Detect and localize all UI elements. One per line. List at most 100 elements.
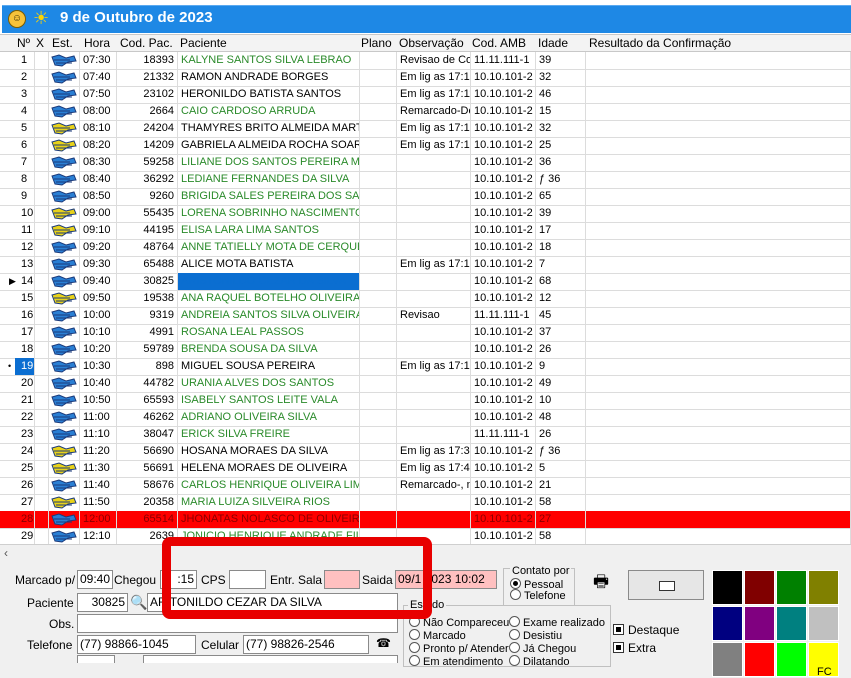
cell-res[interactable]	[586, 528, 851, 545]
cell-amb[interactable]: 10.10.101-2	[471, 273, 536, 290]
status-blue-icon[interactable]	[50, 342, 78, 357]
cell-pac[interactable]: CAIO CARDOSO ARRUDA	[178, 103, 360, 120]
cell-hr[interactable]: 08:00	[80, 103, 117, 120]
col-cod-pac[interactable]: Cod. Pac.	[120, 35, 173, 51]
cell-idade[interactable]: 68	[536, 273, 586, 290]
cell-hr[interactable]: 10:20	[80, 341, 117, 358]
cell-plano[interactable]	[360, 205, 397, 222]
cell-nr[interactable]: 16	[15, 307, 35, 324]
cell-nr[interactable]: 7	[15, 154, 35, 171]
estado-pronto-radio[interactable]: Pronto p/ Atender	[409, 642, 509, 655]
palette-swatch[interactable]	[808, 570, 839, 605]
status-blue-icon[interactable]	[50, 529, 78, 544]
status-blue-icon[interactable]	[50, 274, 78, 289]
col-observacao[interactable]: Observação	[399, 35, 464, 51]
cell-cod[interactable]: 44782	[117, 375, 178, 392]
cell-obs[interactable]	[397, 205, 471, 222]
col-plano[interactable]: Plano	[361, 35, 392, 51]
cell-res[interactable]	[586, 443, 851, 460]
cell-nr[interactable]: 10	[15, 205, 35, 222]
cell-obs[interactable]	[397, 290, 471, 307]
cell-nr[interactable]: 17	[15, 324, 35, 341]
cell-x[interactable]	[35, 86, 49, 103]
cell-cod[interactable]: 56690	[117, 443, 178, 460]
table-row[interactable]: ▶ 14 09:40 30825 ARISTONILDO CEZAR DA SILVA 1…	[0, 273, 851, 291]
cell-cod[interactable]: 18393	[117, 52, 178, 69]
cell-plano[interactable]	[360, 69, 397, 86]
cell-plano[interactable]	[360, 443, 397, 460]
appointments-grid[interactable]: Nº X Est. Hora Cod. Pac. Paciente Plano …	[0, 34, 851, 546]
cell-pac[interactable]: LILIANE DOS SANTOS PEREIRA MEN	[178, 154, 360, 171]
cell-hr[interactable]: 09:20	[80, 239, 117, 256]
cell-idade[interactable]: 25	[536, 137, 586, 154]
cell-x[interactable]	[35, 409, 49, 426]
status-yellow-icon[interactable]	[50, 461, 78, 476]
cell-plano[interactable]	[360, 341, 397, 358]
table-row[interactable]: 27 11:50 20358 MARIA LUIZA SILVEIRA RIOS 10.…	[0, 494, 851, 512]
cell-pac[interactable]: BRIGIDA SALES PEREIRA DOS SANT	[178, 188, 360, 205]
cell-x[interactable]	[35, 511, 49, 528]
cell-nr[interactable]: 6	[15, 137, 35, 154]
cell-obs[interactable]: Revisao	[397, 307, 471, 324]
cell-pac[interactable]: ARISTONILDO CEZAR DA SILVA	[178, 273, 360, 290]
status-yellow-icon[interactable]	[50, 206, 78, 221]
cell-idade[interactable]: 46	[536, 86, 586, 103]
col-cod-amb[interactable]: Cod. AMB	[472, 35, 526, 51]
table-row[interactable]: 18 10:20 59789 BRENDA SOUSA DA SILVA 10.10.1…	[0, 341, 851, 359]
cell-hr[interactable]: 07:30	[80, 52, 117, 69]
cell-plano[interactable]	[360, 375, 397, 392]
cell-plano[interactable]	[360, 52, 397, 69]
cell-res[interactable]	[586, 324, 851, 341]
cell-x[interactable]	[35, 256, 49, 273]
cell-hr[interactable]: 10:40	[80, 375, 117, 392]
cell-pac[interactable]: ADRIANO OLIVEIRA SILVA	[178, 409, 360, 426]
status-blue-icon[interactable]	[50, 359, 78, 374]
cell-pac[interactable]: THAMYRES BRITO ALMEIDA MARTIN	[178, 120, 360, 137]
table-row[interactable]: 21 10:50 65593 ISABELY SANTOS LEITE VALA 10.…	[0, 392, 851, 410]
cell-plano[interactable]	[360, 137, 397, 154]
cell-x[interactable]	[35, 171, 49, 188]
col-resultado[interactable]: Resultado da Confirmação	[589, 35, 731, 51]
cell-idade[interactable]: 15	[536, 103, 586, 120]
cell-amb[interactable]: 10.10.101-2	[471, 443, 536, 460]
table-row[interactable]: 15 09:50 19538 ANA RAQUEL BOTELHO OLIVEIRA …	[0, 290, 851, 308]
marcado-field[interactable]: 09:40	[77, 570, 113, 589]
cell-obs[interactable]	[397, 341, 471, 358]
cell-idade[interactable]: 7	[536, 256, 586, 273]
col-est[interactable]: Est.	[52, 35, 73, 51]
cell-amb[interactable]: 10.10.101-2	[471, 171, 536, 188]
cell-res[interactable]	[586, 358, 851, 375]
cell-amb[interactable]: 10.10.101-2	[471, 103, 536, 120]
cell-nr[interactable]: 19	[15, 358, 35, 375]
cell-hr[interactable]: 08:40	[80, 171, 117, 188]
cell-plano[interactable]	[360, 222, 397, 239]
cell-idade[interactable]: 39	[536, 52, 586, 69]
cell-amb[interactable]: 10.10.101-2	[471, 290, 536, 307]
cell-plano[interactable]	[360, 171, 397, 188]
cell-hr[interactable]: 09:40	[80, 273, 117, 290]
cell-obs[interactable]: Em lig as 17:13	[397, 120, 471, 137]
cell-amb[interactable]: 10.10.101-2	[471, 239, 536, 256]
cell-hr[interactable]: 10:10	[80, 324, 117, 341]
col-hora[interactable]: Hora	[84, 35, 110, 51]
cell-cod[interactable]: 48764	[117, 239, 178, 256]
cell-hr[interactable]: 08:50	[80, 188, 117, 205]
cell-nr[interactable]: 4	[15, 103, 35, 120]
cell-amb[interactable]: 10.10.101-2	[471, 460, 536, 477]
cell-plano[interactable]	[360, 409, 397, 426]
cell-amb[interactable]: 10.10.101-2	[471, 409, 536, 426]
cell-cod[interactable]: 2664	[117, 103, 178, 120]
cell-res[interactable]	[586, 120, 851, 137]
col-nr[interactable]: Nº	[17, 35, 30, 51]
cell-plano[interactable]	[360, 120, 397, 137]
table-row[interactable]: 8 08:40 36292 LEDIANE FERNANDES DA SILVA 10.…	[0, 171, 851, 189]
cell-amb[interactable]: 11.11.111-1	[471, 52, 536, 69]
table-row[interactable]: 20 10:40 44782 URANIA ALVES DOS SANTOS 10.10…	[0, 375, 851, 393]
cell-nr[interactable]: 20	[15, 375, 35, 392]
cell-x[interactable]	[35, 273, 49, 290]
cell-res[interactable]	[586, 341, 851, 358]
cell-res[interactable]	[586, 137, 851, 154]
cell-nr[interactable]: 26	[15, 477, 35, 494]
cell-pac[interactable]: HERONILDO BATISTA SANTOS	[178, 86, 360, 103]
cell-x[interactable]	[35, 426, 49, 443]
